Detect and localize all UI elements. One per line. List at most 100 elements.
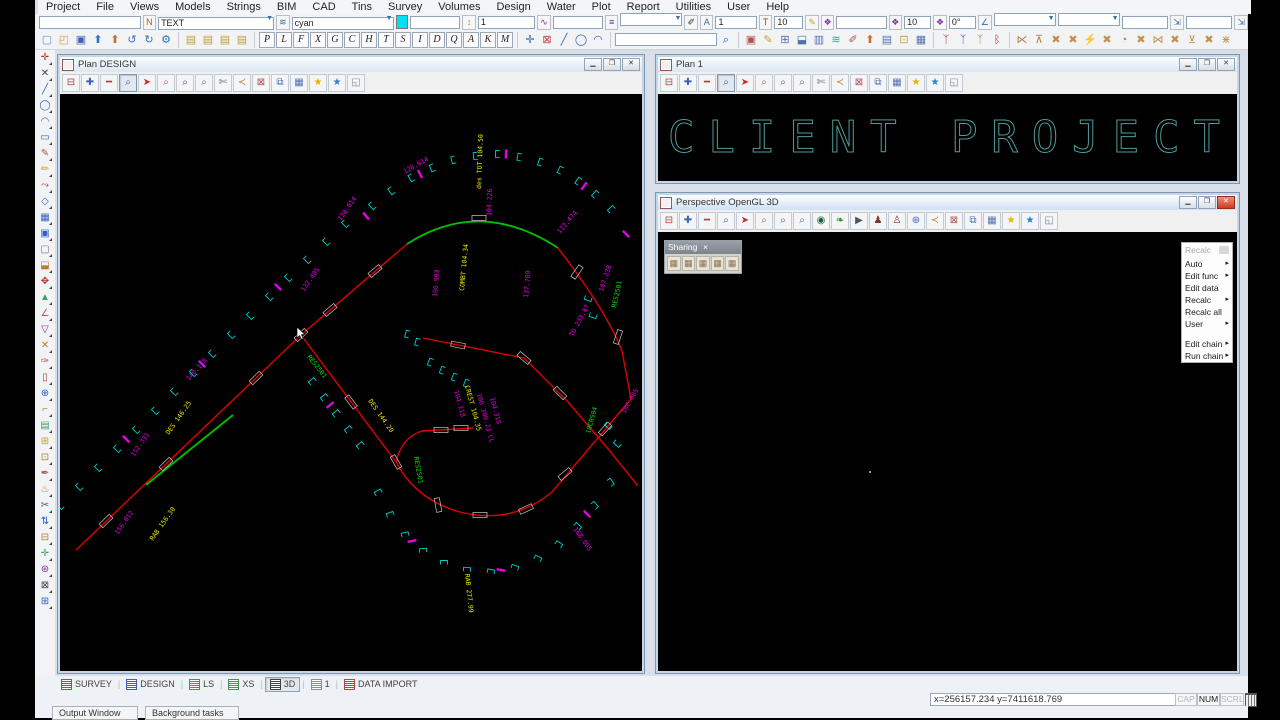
menu-item-tins[interactable]: Tins	[344, 1, 380, 13]
zoom-previous-icon[interactable]: ⌕	[157, 74, 175, 92]
pan-icon[interactable]: ➤	[138, 74, 156, 92]
text-style-combo-dropdown-icon[interactable]: ▼	[266, 15, 273, 22]
alignment-string[interactable]	[75, 334, 302, 551]
sharing-titlebar[interactable]: Sharing ×	[665, 241, 741, 254]
linewidth-input[interactable]: 1	[477, 15, 536, 29]
weight-input[interactable]	[552, 15, 603, 29]
saved-views-icon[interactable]: ★	[1021, 212, 1039, 230]
string-cross-1-icon[interactable]: ✖	[1048, 32, 1064, 48]
eye-icon[interactable]: ◉	[812, 212, 830, 230]
redo-icon[interactable]: ↻	[141, 32, 157, 48]
save-icon[interactable]: ▣	[73, 32, 89, 48]
rect-tool-icon[interactable]: ▭	[37, 130, 53, 146]
plan-design-canvas[interactable]: des TOT 104.50 104.226 120.614 128.614 112.4…	[60, 94, 642, 671]
corner-icon[interactable]: ◱	[347, 74, 365, 92]
copy-view-icon[interactable]: ⧉	[869, 74, 887, 92]
cell-icon[interactable]: ⊡	[37, 450, 53, 466]
angle-tool-icon[interactable]: ∠	[37, 306, 53, 322]
steam-icon[interactable]: ♨	[37, 482, 53, 498]
recalc-item-recalc[interactable]: Recalc ▸	[1182, 294, 1232, 306]
symbol-rotate-button-button[interactable]: ❖	[933, 14, 947, 30]
triangle-icon[interactable]: ▲	[37, 290, 53, 306]
model-input[interactable]	[39, 15, 141, 29]
grid-view-icon[interactable]: ▦	[290, 74, 308, 92]
export-icon[interactable]: ⬆	[107, 32, 123, 48]
z-value-input[interactable]	[410, 15, 461, 29]
pan-icon[interactable]: ➤	[736, 74, 754, 92]
chain-input[interactable]	[1185, 15, 1233, 29]
recalc-item-edit-chain[interactable]: Edit chain ▸	[1182, 338, 1232, 350]
person-icon[interactable]: ♙	[888, 212, 906, 230]
share-box-5-icon[interactable]: ▦	[725, 256, 739, 271]
string-split-icon[interactable]: ⊻	[1184, 32, 1200, 48]
string-bolt-icon[interactable]: ⚡	[1082, 32, 1098, 48]
zoom-all-icon[interactable]: ⌕	[793, 74, 811, 92]
line-tool-icon[interactable]: ╱	[37, 82, 53, 98]
zoom-out-icon[interactable]: ━	[100, 74, 118, 92]
string-trim-icon[interactable]: ⊼	[1031, 32, 1047, 48]
pan-icon[interactable]: ➤	[736, 212, 754, 230]
copy-view-icon[interactable]: ⧉	[964, 212, 982, 230]
tin-box-icon[interactable]: ▤	[217, 32, 233, 48]
saved-views-icon[interactable]: ★	[328, 74, 346, 92]
car-icon[interactable]: ⊠	[37, 578, 53, 594]
recalc-item-edit-data[interactable]: Edit data	[1182, 282, 1232, 294]
open-icon[interactable]: ◰	[56, 32, 72, 48]
maximize-button[interactable]: ❐	[603, 58, 621, 71]
angle-input[interactable]: 0°	[948, 15, 977, 29]
filter-p-button[interactable]: P	[259, 31, 275, 48]
alignment-string[interactable]	[145, 414, 234, 486]
annotate-icon[interactable]: ✎	[760, 32, 776, 48]
corner-icon[interactable]: ◱	[1040, 212, 1058, 230]
function-combo[interactable]: ▼	[1057, 13, 1120, 31]
z-mode-button-button[interactable]: ↕	[462, 14, 476, 30]
filter-q-button[interactable]: Q	[446, 31, 462, 48]
filter-h-button[interactable]: H	[361, 31, 377, 48]
weight-button-button[interactable]: ≡	[604, 14, 619, 30]
tab-survey[interactable]: SURVEY	[57, 678, 116, 691]
shrink-icon[interactable]: ✄	[214, 74, 232, 92]
alignment-string[interactable]	[300, 243, 408, 336]
spin-icon[interactable]: ⊛	[37, 562, 53, 578]
walk-person-icon[interactable]: ᛉ	[955, 32, 971, 48]
string-multi-icon[interactable]: ⋇	[1218, 32, 1234, 48]
contour-icon[interactable]: ≋	[828, 32, 844, 48]
zoom-out-icon[interactable]: ━	[698, 212, 716, 230]
function-combo-dropdown-icon[interactable]: ▼	[1112, 15, 1119, 22]
half-box-icon[interactable]: ⬓	[37, 258, 53, 274]
menu-item-utilities[interactable]: Utilities	[668, 1, 719, 13]
pointer-flow-icon[interactable]: ⤳	[37, 178, 53, 194]
cross-icon[interactable]: ✕	[37, 66, 53, 82]
recalc-item-edit-func[interactable]: Edit func ▸	[1182, 270, 1232, 282]
move-icon[interactable]: ✥	[37, 274, 53, 290]
crew-icon[interactable]: ᛒ	[989, 32, 1005, 48]
light-icon[interactable]: ♟	[869, 212, 887, 230]
refresh-icon[interactable]: ⊟	[62, 74, 80, 92]
brush-button-button[interactable]: ✐	[684, 14, 698, 30]
layers-icon[interactable]: ▤	[37, 418, 53, 434]
filter-s-button[interactable]: S	[395, 31, 411, 48]
zoom-window-icon[interactable]: ⌕	[119, 74, 137, 92]
string-cross-5-icon[interactable]: ✖	[1167, 32, 1183, 48]
favourites-icon[interactable]: ★	[1002, 212, 1020, 230]
plan-design-titlebar[interactable]: Plan DESIGN ▁ ❐ ✕	[60, 57, 642, 72]
zoom-previous-icon[interactable]: ⌕	[755, 74, 773, 92]
alignment-string[interactable]	[395, 427, 474, 463]
menu-item-strings[interactable]: Strings	[219, 1, 269, 13]
menu-item-volumes[interactable]: Volumes	[430, 1, 488, 13]
string-box-icon[interactable]: ▤	[200, 32, 216, 48]
symbol-size-button-button[interactable]: ❖	[888, 14, 903, 30]
target-icon[interactable]: ⊕	[37, 386, 53, 402]
text-justify-button-button[interactable]: A	[699, 14, 714, 30]
tab-ls[interactable]: LS	[185, 678, 218, 691]
crosshair-icon[interactable]: ✛	[37, 546, 53, 562]
minimize-button[interactable]: ▁	[584, 58, 602, 71]
zoom-out-icon[interactable]: ━	[698, 74, 716, 92]
string-cross-6-icon[interactable]: ✖	[1201, 32, 1217, 48]
refresh-icon[interactable]: ⊟	[660, 212, 678, 230]
profile-icon[interactable]: ≺	[831, 74, 849, 92]
menu-item-user[interactable]: User	[719, 1, 758, 13]
chain-button-button[interactable]: ⇲	[1234, 14, 1248, 30]
string-cross-2-icon[interactable]: ✖	[1065, 32, 1081, 48]
menu-item-report[interactable]: Report	[619, 1, 668, 13]
